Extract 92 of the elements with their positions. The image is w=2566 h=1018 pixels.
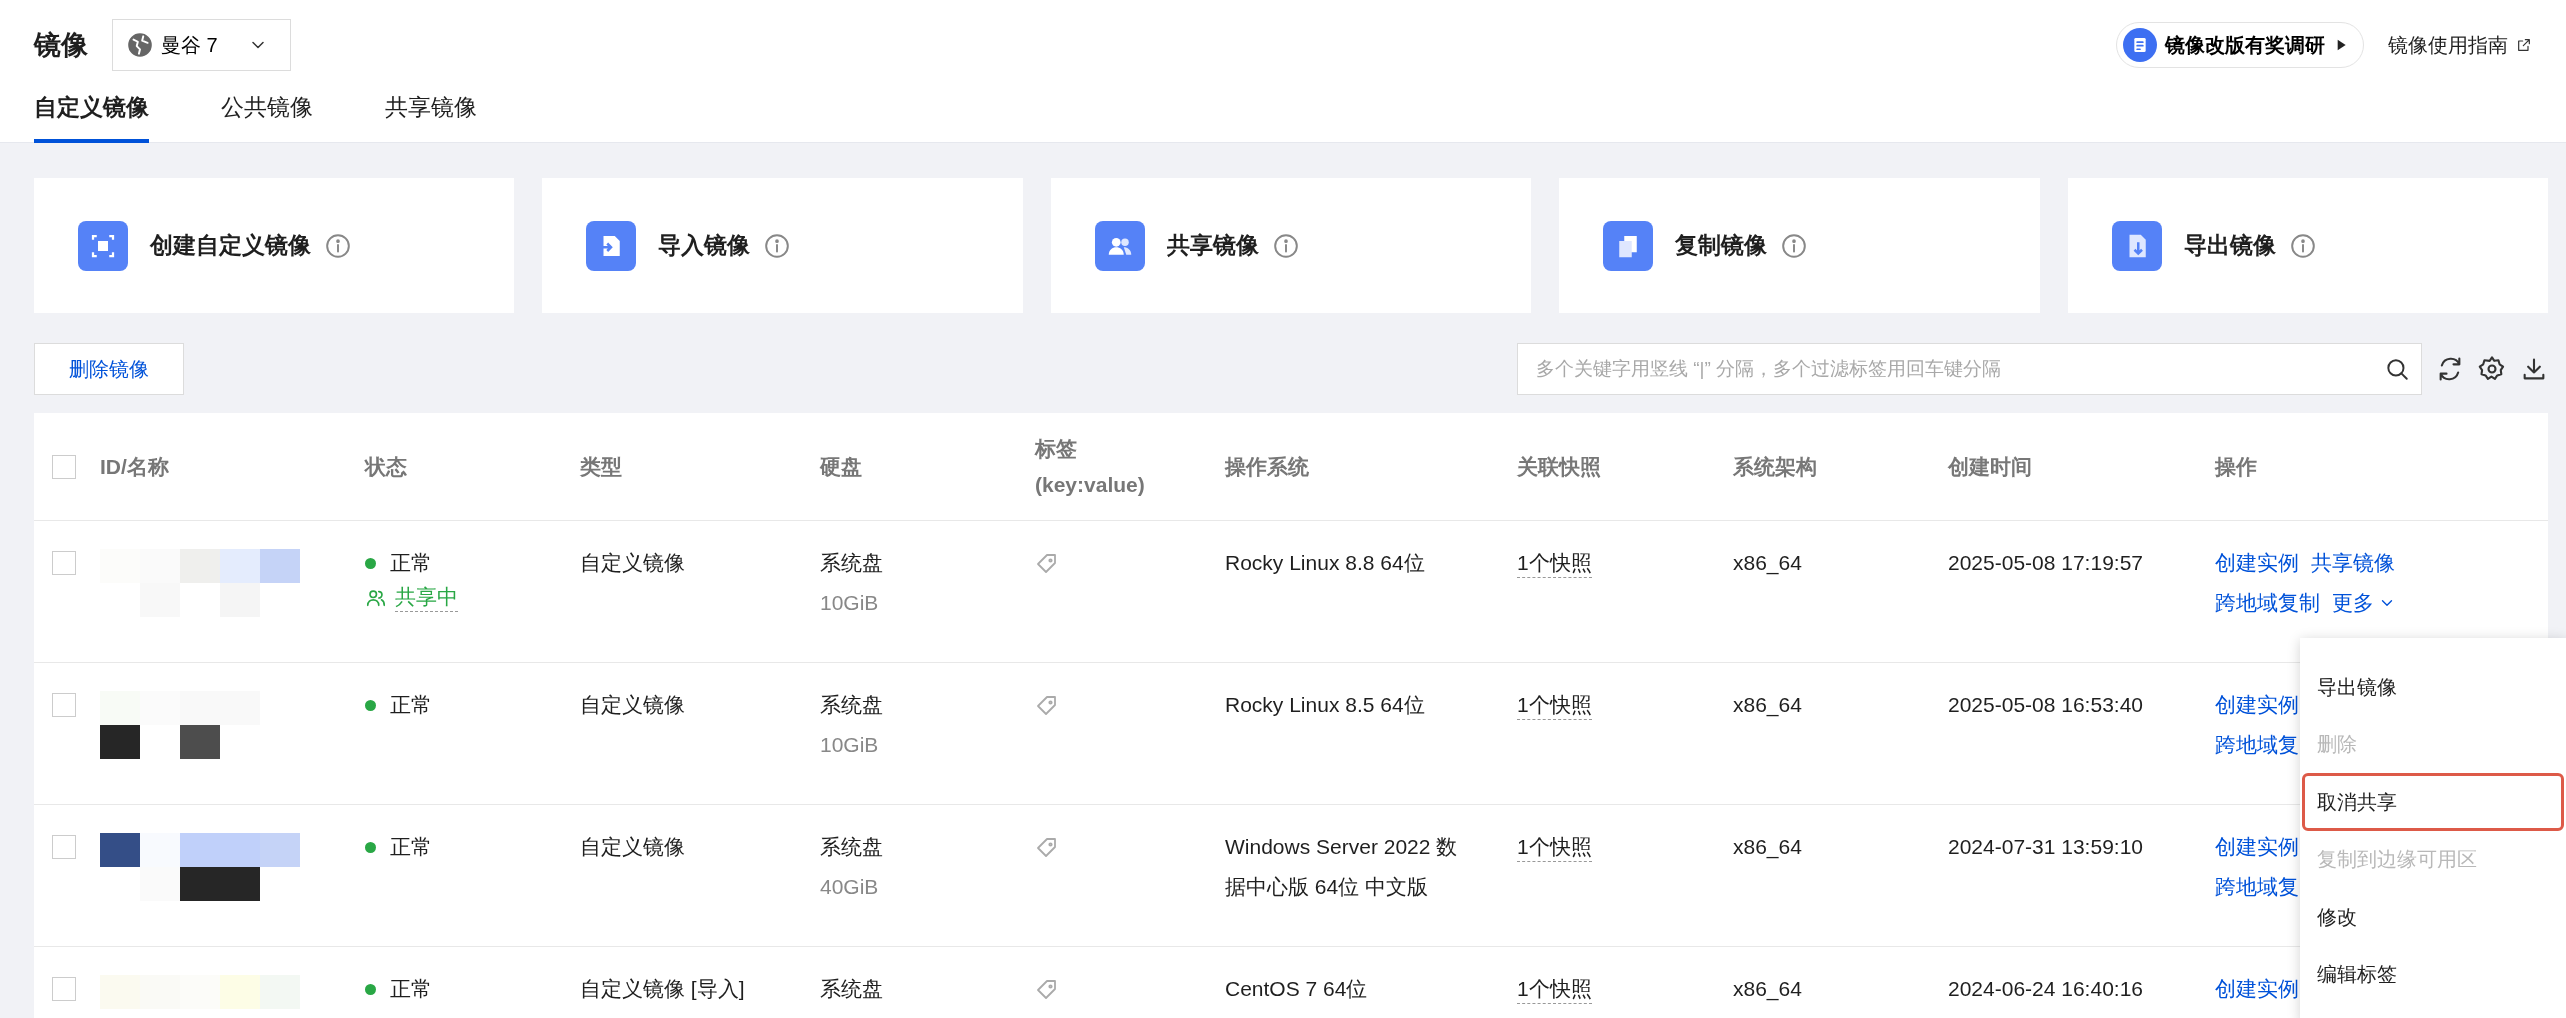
os-cell-text: Rocky Linux 8.5 64位 — [1225, 692, 1426, 718]
settings-icon[interactable] — [2478, 355, 2506, 383]
info-icon — [325, 232, 351, 259]
action-link[interactable]: 共享镜像 — [2311, 543, 2395, 583]
action-link[interactable]: 创建实例 — [2215, 827, 2299, 867]
created-time: 2025-05-08 16:53:40 — [1948, 692, 2144, 718]
action-link[interactable]: 跨地域复制 — [2215, 583, 2320, 623]
tab[interactable]: 自定义镜像 — [34, 90, 149, 143]
column-header: 操作 — [2215, 453, 2258, 480]
snapshot-link[interactable]: 1个快照 — [1517, 549, 1592, 578]
column-header: ID/名称 — [100, 453, 170, 480]
tab[interactable]: 公共镜像 — [221, 90, 313, 143]
status-dot — [365, 841, 376, 853]
action-card[interactable]: 复制镜像 — [1559, 178, 2040, 313]
column-header: 类型 — [580, 453, 623, 480]
type-cell-text: 自定义镜像 — [580, 692, 686, 718]
region-dropdown[interactable]: 曼谷 7 — [112, 19, 291, 71]
action-card[interactable]: 共享镜像 — [1050, 178, 1532, 313]
action-link[interactable]: 创建实例 — [2215, 685, 2299, 725]
snapshot-link[interactable]: 1个快照 — [1517, 691, 1592, 720]
copy-icon — [1603, 220, 1654, 271]
cube-icon — [78, 220, 128, 271]
info-icon — [1781, 232, 1808, 259]
disk-type: 系统盘 — [820, 834, 884, 860]
delete-button[interactable]: 删除镜像 — [34, 343, 184, 395]
row-checkbox[interactable] — [52, 977, 76, 1001]
status-text: 正常 — [390, 550, 432, 576]
action-card[interactable]: 导出镜像 — [2067, 178, 2549, 313]
arch-cell-text: x86_64 — [1733, 550, 1803, 577]
menu-item[interactable]: 编辑标签 — [2302, 945, 2564, 1003]
column-header: 标签 (key:value) — [1035, 435, 1146, 498]
guide-link[interactable]: 镜像使用指南 — [2388, 30, 2532, 60]
column-header: 操作系统 — [1225, 453, 1310, 480]
snapshot-link[interactable]: 1个快照 — [1517, 833, 1592, 862]
select-all-checkbox[interactable] — [52, 454, 76, 479]
status-text: 正常 — [390, 692, 432, 718]
action-link[interactable]: 创建实例 — [2215, 543, 2299, 583]
snapshot-link[interactable]: 1个快照 — [1517, 975, 1592, 1004]
type-cell-text: 自定义镜像 [导入] — [580, 976, 746, 1002]
disk-type: 系统盘 — [820, 976, 884, 1002]
info-icon — [2289, 232, 2316, 259]
search-icon[interactable] — [2384, 356, 2410, 382]
type-cell-text: 自定义镜像 — [580, 834, 686, 860]
page-title: 镜像 — [34, 28, 88, 62]
row-checkbox[interactable] — [52, 693, 76, 717]
os-cell-text: Windows Server 2022 数据中心版 64位 中文版 — [1225, 834, 1459, 900]
arch-cell-text: x86_64 — [1733, 834, 1803, 861]
status-text: 正常 — [390, 834, 432, 860]
column-header: 状态 — [365, 453, 408, 480]
info-icon — [764, 232, 791, 259]
external-link-icon — [2516, 37, 2532, 53]
info-icon — [1272, 232, 1299, 259]
row-checkbox[interactable] — [52, 551, 76, 575]
menu-item[interactable]: 修改 — [2302, 888, 2564, 946]
created-time: 2024-06-24 16:40:16 — [1948, 976, 2144, 1002]
search-field[interactable]: 多个关键字用竖线 “|” 分隔，多个过滤标签用回车键分隔 — [1517, 343, 2422, 395]
status-dot — [365, 557, 376, 569]
created-time: 2024-07-31 13:59:10 — [1948, 834, 2144, 860]
column-header: 关联快照 — [1517, 453, 1602, 480]
arch-cell-text: x86_64 — [1733, 692, 1803, 719]
menu-item[interactable]: 取消共享 — [2302, 773, 2564, 831]
status-dot — [365, 699, 376, 711]
action-link[interactable]: 跨地域复 — [2215, 725, 2299, 765]
column-header: 创建时间 — [1948, 453, 2033, 480]
action-card[interactable]: 创建自定义镜像 — [34, 178, 515, 313]
disk-type: 系统盘 — [820, 692, 884, 718]
import-icon — [586, 220, 637, 271]
status-dot — [365, 983, 376, 995]
globe-icon — [127, 32, 153, 58]
row-checkbox[interactable] — [52, 835, 76, 859]
action-card[interactable]: 导入镜像 — [542, 178, 1023, 313]
disk-size: 10GiB — [820, 732, 880, 758]
disk-size: 10GiB — [820, 590, 880, 616]
created-time: 2025-05-08 17:19:57 — [1948, 550, 2144, 576]
tab[interactable]: 共享镜像 — [385, 90, 477, 143]
os-cell-text: Rocky Linux 8.8 64位 — [1225, 550, 1426, 576]
column-header: 系统架构 — [1733, 453, 1818, 480]
disk-type: 系统盘 — [820, 550, 884, 576]
os-cell-text: CentOS 7 64位 — [1225, 976, 1369, 1002]
survey-button[interactable]: 镜像改版有奖调研 — [2116, 22, 2364, 68]
export-icon — [2111, 220, 2162, 271]
arch-cell-text: x86_64 — [1733, 976, 1803, 1003]
status-text: 正常 — [390, 976, 432, 1002]
people-icon — [1094, 220, 1145, 271]
more-dropdown[interactable]: 更多 — [2332, 583, 2396, 623]
action-link[interactable]: 跨地域复 — [2215, 867, 2299, 907]
clipboard-icon — [2123, 28, 2157, 62]
column-header: 硬盘 — [820, 453, 863, 480]
type-cell-text: 自定义镜像 — [580, 550, 686, 576]
action-link[interactable]: 创建实例 — [2215, 969, 2299, 1009]
menu-item[interactable]: 导出镜像 — [2302, 658, 2564, 716]
disk-size: 40GiB — [820, 874, 880, 900]
